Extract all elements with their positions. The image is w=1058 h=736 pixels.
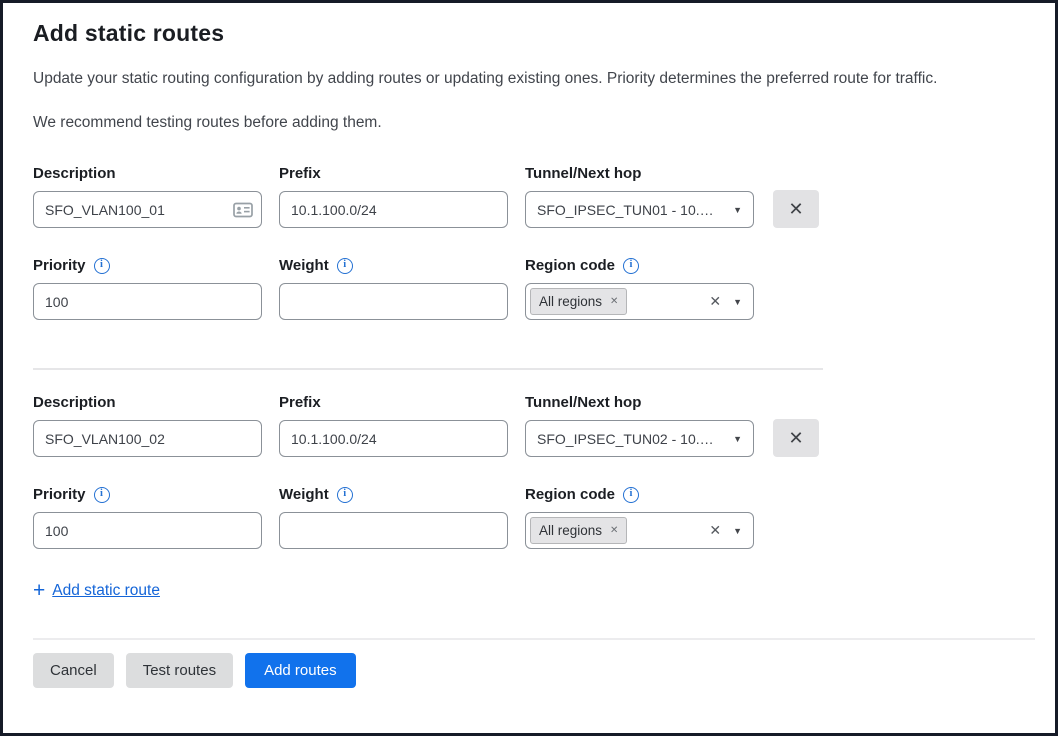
chevron-down-icon[interactable]: ▼ <box>721 434 742 444</box>
route-block-1: Description <box>33 165 1035 320</box>
weight-input[interactable] <box>279 283 508 320</box>
dialog-content: Add static routes Update your static rou… <box>3 3 1055 688</box>
delete-route-button[interactable]: ✕ <box>773 190 819 228</box>
tag-remove-icon[interactable]: ✕ <box>610 296 618 307</box>
close-icon: ✕ <box>788 199 803 220</box>
tunnel-select[interactable]: SFO_IPSEC_TUN01 - 10.25... ▼ <box>525 191 754 228</box>
contact-card-icon <box>233 202 253 218</box>
add-static-routes-dialog: Add static routes Update your static rou… <box>0 0 1058 736</box>
info-icon[interactable]: i <box>337 487 353 503</box>
add-static-route-link[interactable]: Add static route <box>52 582 160 600</box>
route-divider <box>33 368 823 370</box>
tunnel-label: Tunnel/Next hop <box>525 394 754 411</box>
region-label: Region code i <box>525 486 754 503</box>
plus-icon: + <box>33 580 45 601</box>
info-icon[interactable]: i <box>94 487 110 503</box>
priority-input[interactable] <box>33 512 262 549</box>
region-multiselect[interactable]: All regions ✕ ✕ ▼ <box>525 283 754 320</box>
dialog-description: Update your static routing configuration… <box>33 70 1035 88</box>
region-tag: All regions ✕ <box>530 517 627 544</box>
region-tag-label: All regions <box>539 294 602 309</box>
description-label: Description <box>33 165 262 182</box>
region-label: Region code i <box>525 257 754 274</box>
prefix-input[interactable] <box>279 420 508 457</box>
dialog-note: We recommend testing routes before addin… <box>33 114 1035 132</box>
description-label: Description <box>33 394 262 411</box>
chevron-down-icon[interactable]: ▼ <box>721 205 742 215</box>
info-icon[interactable]: i <box>94 258 110 274</box>
weight-label: Weight i <box>279 486 508 503</box>
clear-selection-icon[interactable]: ✕ <box>709 293 721 310</box>
route-block-2: Description Prefix Tunnel/Next hop SFO_I… <box>33 394 1035 549</box>
description-input[interactable] <box>33 420 262 457</box>
info-icon[interactable]: i <box>623 487 639 503</box>
cancel-button[interactable]: Cancel <box>33 653 114 688</box>
region-tag: All regions ✕ <box>530 288 627 315</box>
tag-remove-icon[interactable]: ✕ <box>610 525 618 536</box>
tunnel-select-value: SFO_IPSEC_TUN02 - 10.25... <box>537 431 721 447</box>
delete-route-button[interactable]: ✕ <box>773 419 819 457</box>
weight-label: Weight i <box>279 257 508 274</box>
clear-selection-icon[interactable]: ✕ <box>709 522 721 539</box>
close-icon: ✕ <box>788 428 803 449</box>
info-icon[interactable]: i <box>623 258 639 274</box>
chevron-down-icon[interactable]: ▼ <box>721 526 742 536</box>
tunnel-label: Tunnel/Next hop <box>525 165 754 182</box>
footer-bar: Cancel Test routes Add routes <box>33 638 1035 688</box>
tunnel-select[interactable]: SFO_IPSEC_TUN02 - 10.25... ▼ <box>525 420 754 457</box>
region-multiselect[interactable]: All regions ✕ ✕ ▼ <box>525 512 754 549</box>
tunnel-select-value: SFO_IPSEC_TUN01 - 10.25... <box>537 202 721 218</box>
weight-input[interactable] <box>279 512 508 549</box>
page-title: Add static routes <box>33 20 1035 47</box>
region-tag-label: All regions <box>539 523 602 538</box>
priority-input[interactable] <box>33 283 262 320</box>
prefix-label: Prefix <box>279 165 508 182</box>
description-input[interactable] <box>33 191 262 228</box>
test-routes-button[interactable]: Test routes <box>126 653 233 688</box>
add-routes-button[interactable]: Add routes <box>245 653 356 688</box>
prefix-label: Prefix <box>279 394 508 411</box>
priority-label: Priority i <box>33 257 262 274</box>
info-icon[interactable]: i <box>337 258 353 274</box>
add-static-route-row: + Add static route <box>33 580 1035 601</box>
priority-label: Priority i <box>33 486 262 503</box>
prefix-input[interactable] <box>279 191 508 228</box>
chevron-down-icon[interactable]: ▼ <box>721 297 742 307</box>
